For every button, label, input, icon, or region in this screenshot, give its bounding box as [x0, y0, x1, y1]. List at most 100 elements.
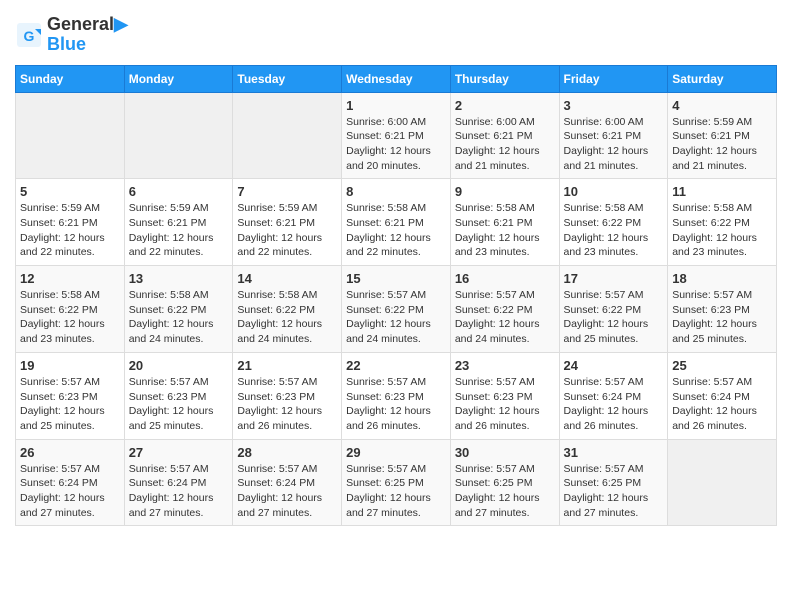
day-number: 30: [455, 445, 555, 460]
day-info: Sunrise: 6:00 AMSunset: 6:21 PMDaylight:…: [346, 115, 446, 174]
calendar-cell: 8Sunrise: 5:58 AMSunset: 6:21 PMDaylight…: [342, 179, 451, 266]
calendar-cell: 30 Sunrise: 5:57 AMSunset: 6:25 PMDayligh…: [450, 439, 559, 526]
day-info: Sunrise: 5:57 AMSunset: 6:23 PMDaylight:…: [237, 375, 337, 434]
calendar-cell: 25 Sunrise: 5:57 AMSunset: 6:24 PMDayligh…: [668, 352, 777, 439]
column-header-saturday: Saturday: [668, 65, 777, 92]
calendar-cell: [233, 92, 342, 179]
day-info: Sunrise: 5:57 AMSunset: 6:24 PMDaylight:…: [20, 462, 120, 521]
calendar-week-row: 5 Sunrise: 5:59 AMSunset: 6:21 PMDaylight…: [16, 179, 777, 266]
calendar-cell: 9 Sunrise: 5:58 AMSunset: 6:21 PMDaylight…: [450, 179, 559, 266]
calendar-cell: 18Sunrise: 5:57 AMSunset: 6:23 PMDayligh…: [668, 266, 777, 353]
day-number: 19: [20, 358, 120, 373]
day-number: 23: [455, 358, 555, 373]
calendar-cell: 14Sunrise: 5:58 AMSunset: 6:22 PMDayligh…: [233, 266, 342, 353]
calendar-cell: 24 Sunrise: 5:57 AMSunset: 6:24 PMDayligh…: [559, 352, 668, 439]
day-info: Sunrise: 6:00 AMSunset: 6:21 PMDaylight:…: [564, 115, 664, 174]
calendar-cell: 20Sunrise: 5:57 AMSunset: 6:23 PMDayligh…: [124, 352, 233, 439]
day-info: Sunrise: 5:58 AMSunset: 6:21 PMDaylight:…: [346, 201, 446, 260]
calendar-cell: 22 Sunrise: 5:57 AMSunset: 6:23 PMDayligh…: [342, 352, 451, 439]
calendar-cell: 6 Sunrise: 5:59 AMSunset: 6:21 PMDaylight…: [124, 179, 233, 266]
calendar-cell: 29 Sunrise: 5:57 AMSunset: 6:25 PMDayligh…: [342, 439, 451, 526]
column-header-tuesday: Tuesday: [233, 65, 342, 92]
calendar-cell: 2Sunrise: 6:00 AMSunset: 6:21 PMDaylight…: [450, 92, 559, 179]
day-info: Sunrise: 5:57 AMSunset: 6:22 PMDaylight:…: [564, 288, 664, 347]
page-header: G General▶ Blue: [15, 15, 777, 55]
calendar-week-row: 12 Sunrise: 5:58 AMSunset: 6:22 PMDayligh…: [16, 266, 777, 353]
calendar-cell: 3 Sunrise: 6:00 AMSunset: 6:21 PMDaylight…: [559, 92, 668, 179]
day-number: 12: [20, 271, 120, 286]
day-info: Sunrise: 5:57 AMSunset: 6:23 PMDaylight:…: [455, 375, 555, 434]
day-info: Sunrise: 5:59 AMSunset: 6:21 PMDaylight:…: [20, 201, 120, 260]
calendar-cell: 21 Sunrise: 5:57 AMSunset: 6:23 PMDayligh…: [233, 352, 342, 439]
calendar-cell: 13 Sunrise: 5:58 AMSunset: 6:22 PMDayligh…: [124, 266, 233, 353]
day-number: 7: [237, 184, 337, 199]
day-info: Sunrise: 5:59 AMSunset: 6:21 PMDaylight:…: [129, 201, 229, 260]
day-info: Sunrise: 5:59 AMSunset: 6:21 PMDaylight:…: [672, 115, 772, 174]
day-info: Sunrise: 5:57 AMSunset: 6:23 PMDaylight:…: [129, 375, 229, 434]
column-header-friday: Friday: [559, 65, 668, 92]
column-header-monday: Monday: [124, 65, 233, 92]
day-number: 3: [564, 98, 664, 113]
calendar-week-row: 26 Sunrise: 5:57 AMSunset: 6:24 PMDayligh…: [16, 439, 777, 526]
calendar-cell: [668, 439, 777, 526]
day-info: Sunrise: 5:58 AMSunset: 6:22 PMDaylight:…: [672, 201, 772, 260]
calendar-cell: 17 Sunrise: 5:57 AMSunset: 6:22 PMDayligh…: [559, 266, 668, 353]
day-info: Sunrise: 5:58 AMSunset: 6:22 PMDaylight:…: [237, 288, 337, 347]
day-number: 17: [564, 271, 664, 286]
day-info: Sunrise: 5:58 AMSunset: 6:22 PMDaylight:…: [20, 288, 120, 347]
day-info: Sunrise: 5:57 AMSunset: 6:25 PMDaylight:…: [455, 462, 555, 521]
calendar-cell: 23 Sunrise: 5:57 AMSunset: 6:23 PMDayligh…: [450, 352, 559, 439]
calendar-cell: 12 Sunrise: 5:58 AMSunset: 6:22 PMDayligh…: [16, 266, 125, 353]
day-info: Sunrise: 5:58 AMSunset: 6:22 PMDaylight:…: [129, 288, 229, 347]
day-number: 18: [672, 271, 772, 286]
day-info: Sunrise: 5:57 AMSunset: 6:23 PMDaylight:…: [20, 375, 120, 434]
day-number: 27: [129, 445, 229, 460]
calendar-week-row: 1Sunrise: 6:00 AMSunset: 6:21 PMDaylight…: [16, 92, 777, 179]
calendar-cell: 10Sunrise: 5:58 AMSunset: 6:22 PMDayligh…: [559, 179, 668, 266]
calendar-cell: 16 Sunrise: 5:57 AMSunset: 6:22 PMDayligh…: [450, 266, 559, 353]
day-number: 26: [20, 445, 120, 460]
day-info: Sunrise: 5:57 AMSunset: 6:22 PMDaylight:…: [455, 288, 555, 347]
day-number: 25: [672, 358, 772, 373]
logo-text: General▶ Blue: [47, 15, 128, 55]
day-number: 5: [20, 184, 120, 199]
day-info: Sunrise: 5:58 AMSunset: 6:21 PMDaylight:…: [455, 201, 555, 260]
column-header-wednesday: Wednesday: [342, 65, 451, 92]
day-info: Sunrise: 5:57 AMSunset: 6:24 PMDaylight:…: [237, 462, 337, 521]
calendar-cell: [16, 92, 125, 179]
calendar-cell: 4Sunrise: 5:59 AMSunset: 6:21 PMDaylight…: [668, 92, 777, 179]
calendar-cell: 31Sunrise: 5:57 AMSunset: 6:25 PMDayligh…: [559, 439, 668, 526]
day-number: 22: [346, 358, 446, 373]
calendar-cell: 26 Sunrise: 5:57 AMSunset: 6:24 PMDayligh…: [16, 439, 125, 526]
day-number: 9: [455, 184, 555, 199]
day-info: Sunrise: 6:00 AMSunset: 6:21 PMDaylight:…: [455, 115, 555, 174]
calendar-cell: 7 Sunrise: 5:59 AMSunset: 6:21 PMDaylight…: [233, 179, 342, 266]
calendar-cell: 5 Sunrise: 5:59 AMSunset: 6:21 PMDaylight…: [16, 179, 125, 266]
logo: G General▶ Blue: [15, 15, 128, 55]
calendar-cell: 1Sunrise: 6:00 AMSunset: 6:21 PMDaylight…: [342, 92, 451, 179]
day-info: Sunrise: 5:57 AMSunset: 6:25 PMDaylight:…: [346, 462, 446, 521]
day-info: Sunrise: 5:59 AMSunset: 6:21 PMDaylight:…: [237, 201, 337, 260]
svg-text:G: G: [24, 28, 35, 44]
day-info: Sunrise: 5:57 AMSunset: 6:23 PMDaylight:…: [346, 375, 446, 434]
day-number: 21: [237, 358, 337, 373]
day-number: 28: [237, 445, 337, 460]
calendar-cell: 11 Sunrise: 5:58 AMSunset: 6:22 PMDayligh…: [668, 179, 777, 266]
calendar-cell: 27Sunrise: 5:57 AMSunset: 6:24 PMDayligh…: [124, 439, 233, 526]
day-number: 6: [129, 184, 229, 199]
day-number: 13: [129, 271, 229, 286]
day-number: 16: [455, 271, 555, 286]
calendar-cell: 19 Sunrise: 5:57 AMSunset: 6:23 PMDayligh…: [16, 352, 125, 439]
day-info: Sunrise: 5:58 AMSunset: 6:22 PMDaylight:…: [564, 201, 664, 260]
day-number: 11: [672, 184, 772, 199]
calendar-header-row: SundayMondayTuesdayWednesdayThursdayFrid…: [16, 65, 777, 92]
day-info: Sunrise: 5:57 AMSunset: 6:22 PMDaylight:…: [346, 288, 446, 347]
day-info: Sunrise: 5:57 AMSunset: 6:24 PMDaylight:…: [564, 375, 664, 434]
day-number: 15: [346, 271, 446, 286]
day-number: 24: [564, 358, 664, 373]
day-number: 29: [346, 445, 446, 460]
day-info: Sunrise: 5:57 AMSunset: 6:25 PMDaylight:…: [564, 462, 664, 521]
day-info: Sunrise: 5:57 AMSunset: 6:24 PMDaylight:…: [672, 375, 772, 434]
calendar-cell: [124, 92, 233, 179]
column-header-sunday: Sunday: [16, 65, 125, 92]
